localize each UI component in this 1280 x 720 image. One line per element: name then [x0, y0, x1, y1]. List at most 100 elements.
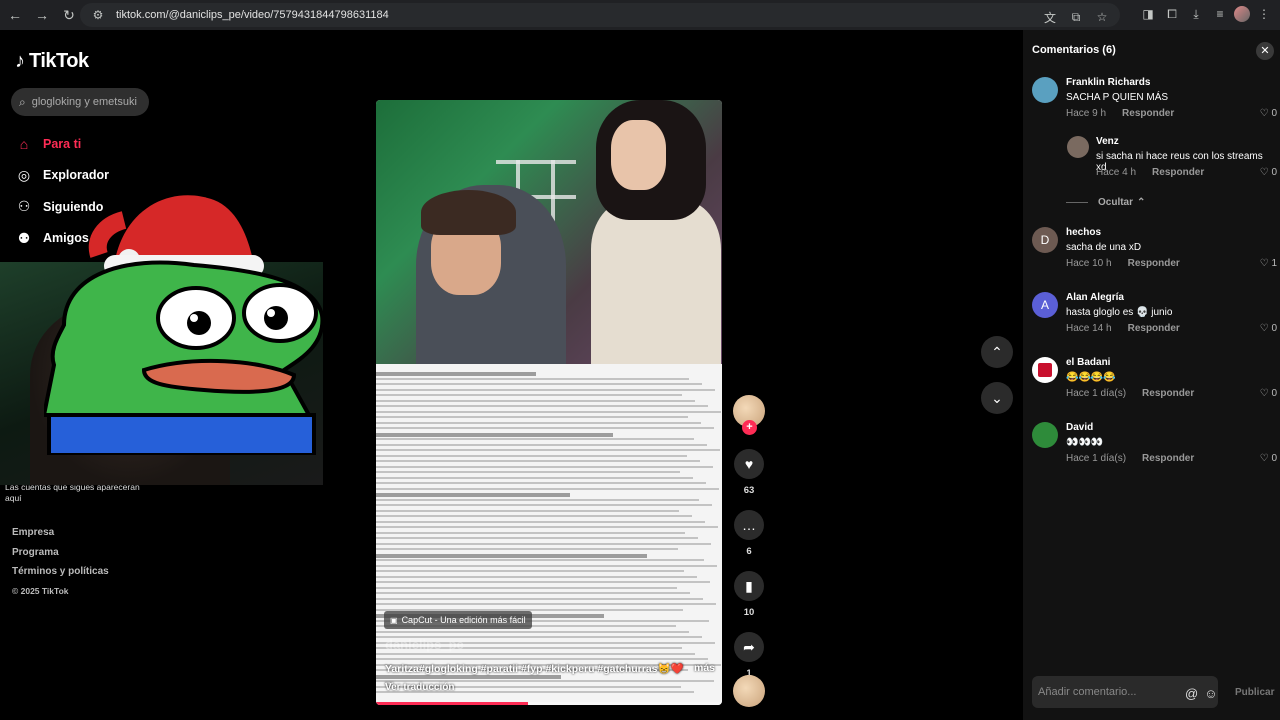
comment-text: sacha de una xD [1066, 242, 1142, 253]
reply-button[interactable]: Responder [1152, 167, 1204, 178]
document-line [376, 454, 687, 457]
comment-like[interactable]: ♡ 0 [1260, 453, 1277, 464]
avatar[interactable] [1032, 357, 1058, 383]
document-line [376, 515, 692, 517]
comment-like[interactable]: ♡ 0 [1260, 323, 1277, 334]
heart-outline-icon: ♡ [1259, 388, 1269, 399]
forward-arrow-icon[interactable]: → [30, 3, 54, 27]
comment-author[interactable]: el Badani [1066, 357, 1276, 372]
comment-author[interactable]: Venz [1096, 136, 1276, 151]
sidebar-item-label: Explorador [43, 168, 109, 183]
translate-icon[interactable]: 文 [1040, 7, 1060, 27]
comment-like[interactable]: ♡ 0 [1260, 108, 1277, 119]
comment-text: SACHA P QUIEN MÁS [1066, 92, 1169, 103]
document-line [376, 586, 677, 589]
document-line [376, 548, 678, 550]
comment-like-count: 1 [1271, 258, 1277, 269]
publish-button[interactable]: Publicar [1235, 687, 1274, 698]
capcut-icon: ▣ [390, 615, 398, 625]
document-line [376, 592, 690, 594]
heart-icon[interactable]: ♥ [734, 449, 764, 479]
document-line [376, 493, 570, 497]
extension-icon[interactable]: ◨ [1138, 4, 1158, 24]
download-icon[interactable]: ⤓ [1186, 4, 1206, 24]
menu-dots-icon[interactable]: ⋮ [1254, 4, 1274, 24]
avatar[interactable]: D [1032, 227, 1058, 253]
follow-plus-icon[interactable]: + [742, 420, 757, 435]
reply-button[interactable]: Responder [1122, 108, 1174, 119]
reply-button[interactable]: Responder [1142, 453, 1194, 464]
reply-button[interactable]: Responder [1142, 388, 1194, 399]
avatar[interactable] [1067, 136, 1089, 158]
site-info-icon[interactable]: ⚙ [88, 5, 108, 25]
see-translation-link[interactable]: Ver traducción [385, 682, 454, 693]
share-arrow-icon[interactable]: ➦ [734, 632, 764, 662]
heart-outline-icon: ♡ [1259, 108, 1269, 119]
bookmark-icon[interactable]: ▮ [734, 571, 764, 601]
comment-like-count: 0 [1271, 453, 1277, 464]
media-queue-icon[interactable]: ≡ [1210, 4, 1230, 24]
caption-more-link[interactable]: más [694, 662, 715, 687]
video-player[interactable]: ▣ CapCut - Una edición más fácil danicli… [376, 100, 722, 705]
logo-text: TikTok [29, 50, 89, 72]
comment-author[interactable]: Franklin Richards [1066, 77, 1276, 92]
back-arrow-icon[interactable]: ← [3, 3, 27, 27]
document-line [376, 476, 693, 479]
like-count: 63 [743, 485, 755, 496]
address-bar[interactable]: ⚙ tiktok.com/@daniclips_pe/video/7579431… [80, 3, 1120, 27]
comment-author[interactable]: David [1066, 422, 1276, 437]
sidebar-item-label: Para ti [43, 136, 82, 151]
reply-button[interactable]: Responder [1128, 323, 1180, 334]
comment-like[interactable]: ♡ 0 [1260, 388, 1277, 399]
footer-link-empresa[interactable]: Empresa [12, 527, 109, 547]
capcut-badge[interactable]: ▣ CapCut - Una edición más fácil [384, 611, 532, 629]
close-icon[interactable]: ✕ [1256, 42, 1274, 60]
video-author[interactable]: daniclips_pe [385, 637, 464, 652]
profile-avatar[interactable] [1234, 6, 1250, 22]
url-text: tiktok.com/@daniclips_pe/video/757943184… [116, 9, 389, 21]
document-line [376, 581, 710, 583]
comment-time: Hace 10 h [1066, 258, 1112, 269]
comment-like[interactable]: ♡ 1 [1260, 258, 1277, 269]
sidebar-item-para-ti[interactable]: ⌂ Para ti [15, 128, 109, 160]
like-action[interactable]: ♥ 63 [733, 449, 765, 496]
document-line [376, 388, 715, 391]
input-icons: @ ☺ [1185, 686, 1217, 701]
document-line [376, 537, 698, 539]
comment-bubble-icon[interactable]: … [734, 510, 764, 540]
comment-time: Hace 14 h [1066, 323, 1112, 334]
bookmark-star-icon[interactable]: ☆ [1092, 7, 1112, 27]
emoji-icon[interactable]: ☺ [1204, 686, 1217, 701]
document-line [376, 482, 706, 484]
reload-icon[interactable]: ↻ [57, 3, 81, 27]
footer-link-programa[interactable]: Programa [12, 547, 109, 567]
comment-time: Hace 1 día(s) [1066, 388, 1127, 399]
browser-toolbar: ← → ↻ ⚙ tiktok.com/@daniclips_pe/video/7… [0, 0, 1280, 30]
extensions-puzzle-icon[interactable]: ⧠ [1162, 4, 1182, 24]
share-action[interactable]: ➦ 1 [733, 632, 765, 679]
creator-avatar[interactable]: + [733, 395, 765, 435]
comment-author[interactable]: Alan Alegría [1066, 292, 1276, 307]
avatar[interactable]: A [1032, 292, 1058, 318]
comment-like[interactable]: ♡ 0 [1260, 167, 1277, 178]
save-action[interactable]: ▮ 10 [733, 571, 765, 618]
hide-replies-button[interactable]: Ocultar ⌃ [1066, 197, 1145, 208]
video-progress-bar[interactable] [376, 702, 722, 705]
footer-link-terminos[interactable]: Términos y políticas [12, 566, 109, 586]
document-line [376, 520, 705, 523]
cast-icon[interactable]: ⧉ [1066, 7, 1086, 27]
tiktok-logo[interactable]: ♪ TikTok [15, 50, 89, 73]
comment-action[interactable]: … 6 [733, 510, 765, 557]
comment-author[interactable]: hechos [1066, 227, 1276, 242]
follow-note: Las cuentas que sigues aparecerán aquí [5, 482, 140, 503]
mention-icon[interactable]: @ [1185, 686, 1198, 701]
avatar[interactable] [1032, 77, 1058, 103]
chevron-down-icon[interactable]: ⌄ [981, 382, 1013, 414]
sound-avatar[interactable] [733, 675, 765, 707]
search-input[interactable]: ⌕ glogloking y emetsuki [11, 88, 149, 116]
avatar[interactable] [1032, 422, 1058, 448]
chevron-up-icon[interactable]: ⌃ [981, 336, 1013, 368]
comment-text: si sacha ni hace reus con los streams xd [1096, 151, 1263, 173]
reply-button[interactable]: Responder [1128, 258, 1180, 269]
comment-like-count: 0 [1271, 167, 1277, 178]
